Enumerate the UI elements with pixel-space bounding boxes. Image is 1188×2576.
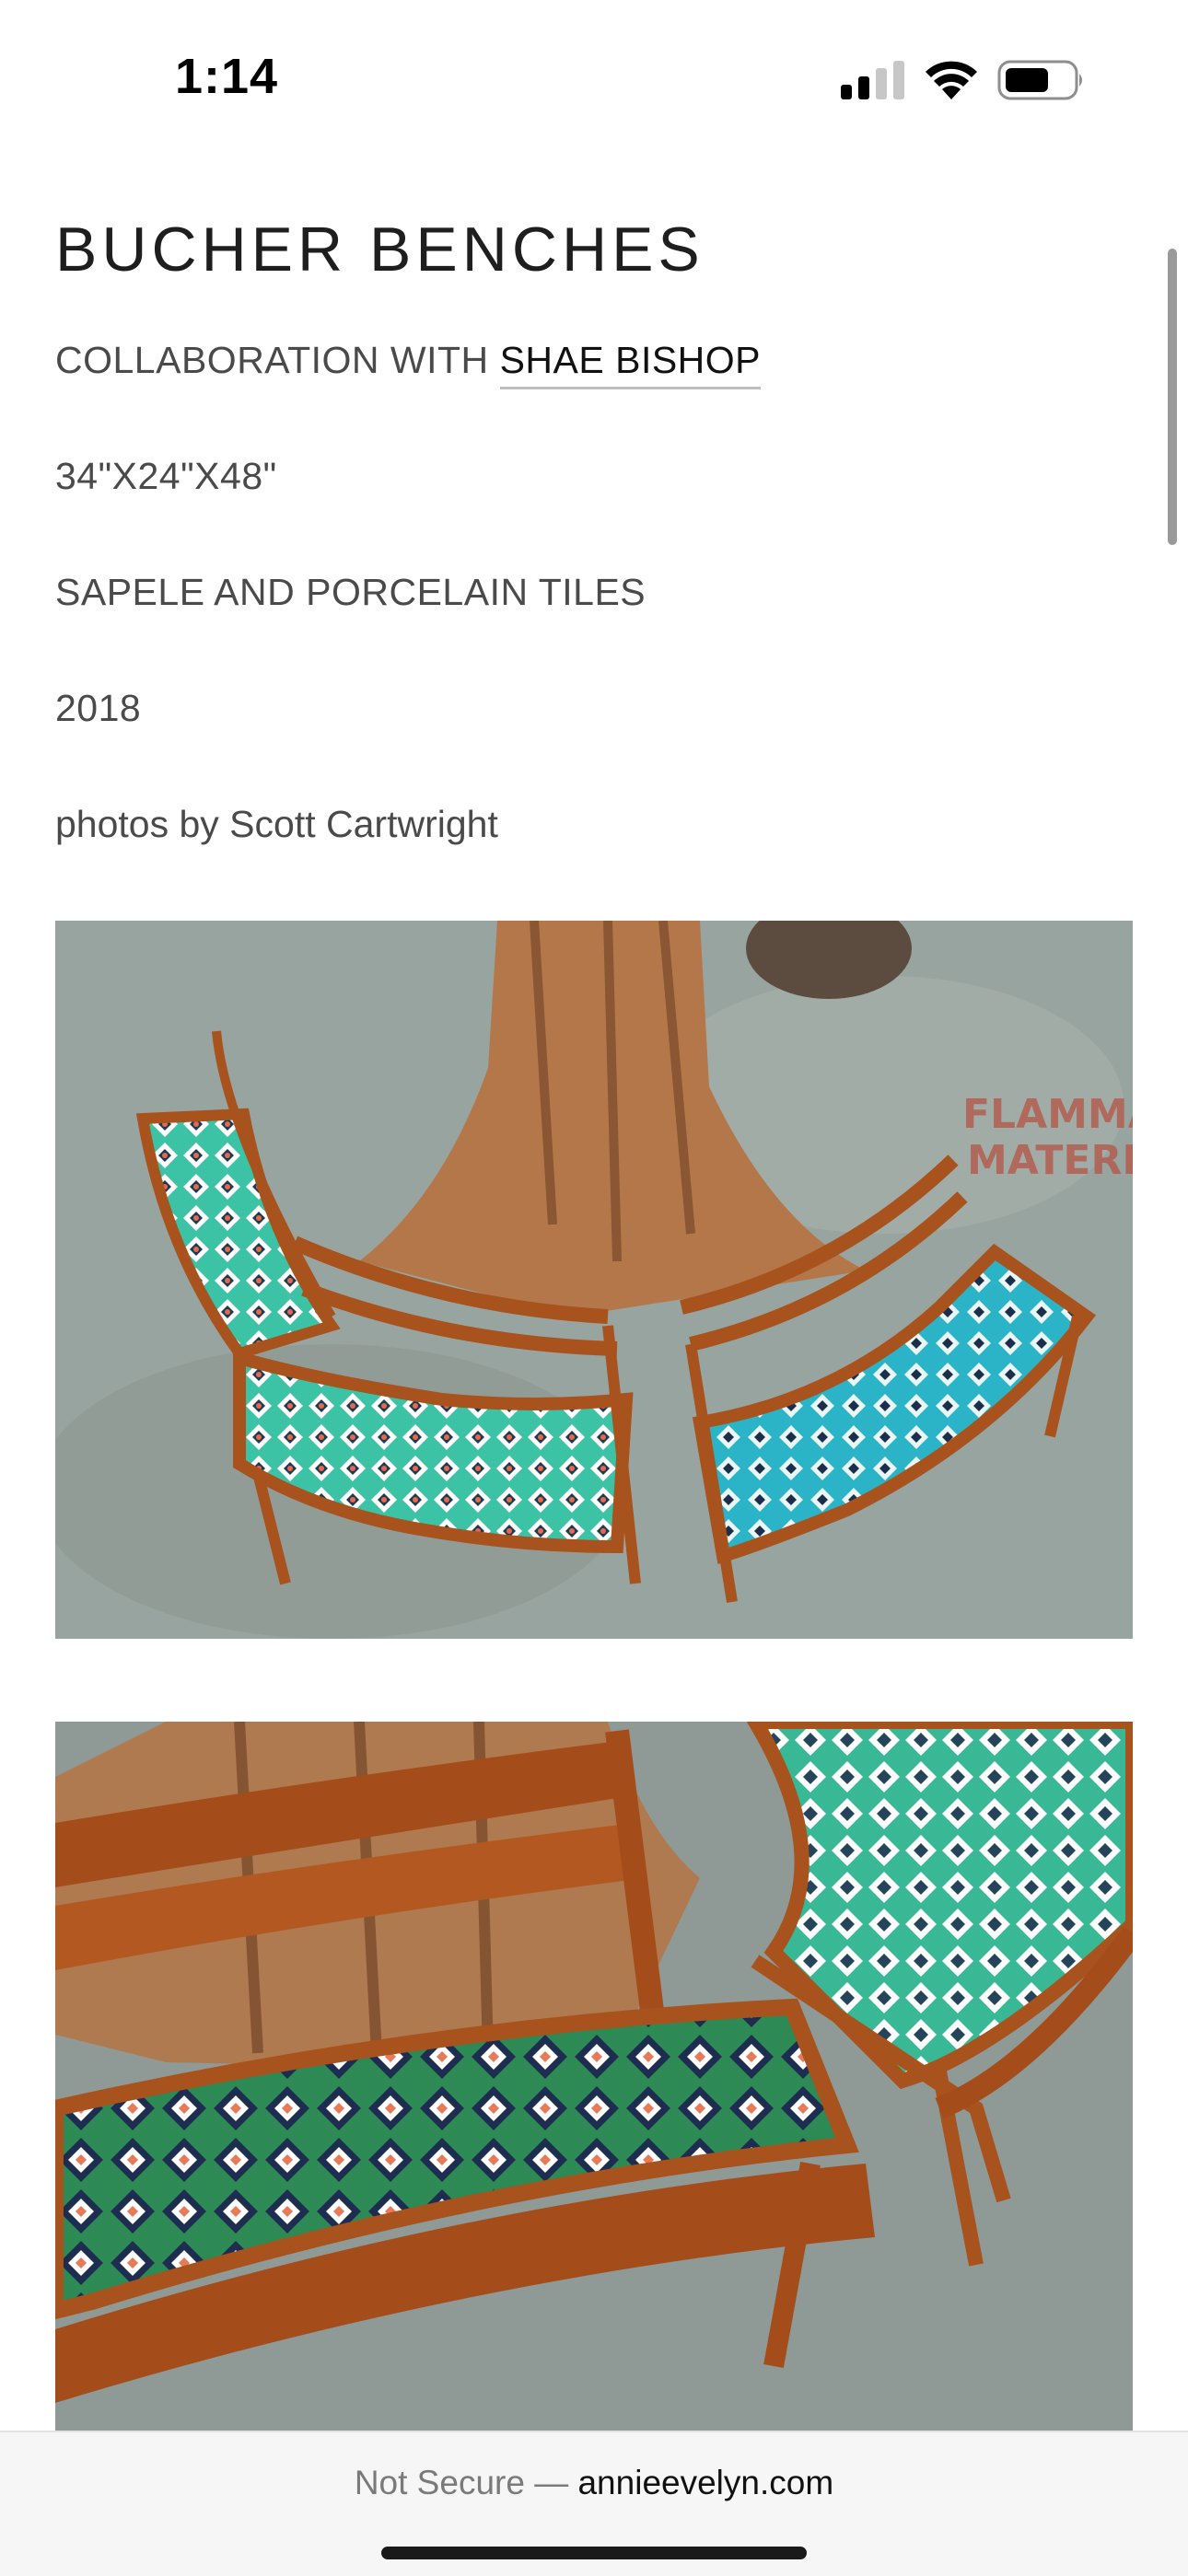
bench-photo-1-image: FLAMMA MATERI: [55, 921, 1133, 1639]
year-text: 2018: [55, 687, 142, 729]
page-title: BUCHER BENCHES: [55, 215, 705, 284]
collaborator-link[interactable]: SHAE BISHOP: [499, 339, 762, 389]
url-display[interactable]: Not Secure — annieevelyn.com: [0, 2464, 1188, 2502]
scrollbar[interactable]: [1168, 249, 1177, 545]
collaboration-line: COLLABORATION WITH SHAE BISHOP: [55, 339, 762, 389]
home-indicator[interactable]: [381, 2547, 807, 2559]
photo-credit: photos by Scott Cartwright: [55, 803, 498, 845]
domain-label: annieevelyn.com: [577, 2464, 834, 2501]
bench-photo-2[interactable]: [55, 1722, 1133, 2440]
svg-text:MATERI: MATERI: [967, 1137, 1133, 1184]
svg-text:FLAMMA: FLAMMA: [962, 1091, 1133, 1138]
security-label: Not Secure —: [354, 2464, 578, 2501]
battery-icon: [997, 60, 1082, 100]
wifi-icon: [926, 61, 977, 99]
status-bar: 1:14: [0, 0, 1188, 157]
materials-text: SAPELE AND PORCELAIN TILES: [55, 571, 646, 613]
collaboration-prefix: COLLABORATION WITH: [55, 339, 500, 381]
status-time: 1:14: [175, 49, 279, 104]
cellular-signal-icon: [841, 61, 904, 99]
browser-url-bar[interactable]: Not Secure — annieevelyn.com: [0, 2431, 1188, 2576]
bench-photo-1[interactable]: FLAMMA MATERI: [55, 921, 1133, 1639]
dimensions-text: 34"X24"X48": [55, 455, 277, 497]
bench-photo-2-image: [55, 1722, 1133, 2440]
